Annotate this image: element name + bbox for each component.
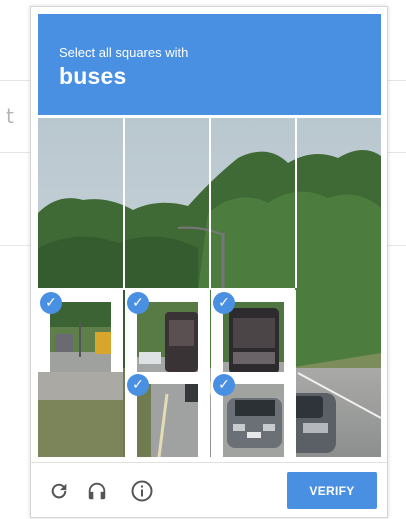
background-text-fragment: t bbox=[6, 104, 14, 128]
background-divider bbox=[0, 245, 30, 246]
info-button[interactable] bbox=[128, 477, 156, 505]
selected-check-icon: ✓ bbox=[213, 292, 235, 314]
image-grid: ✓ ✓ ✓ ✓ ✓ bbox=[38, 118, 381, 457]
headphones-icon bbox=[88, 482, 106, 500]
selected-check-icon: ✓ bbox=[213, 374, 235, 396]
selected-check-icon: ✓ bbox=[127, 292, 149, 314]
selected-check-icon: ✓ bbox=[127, 374, 149, 396]
verify-button[interactable]: VERIFY bbox=[287, 472, 377, 509]
background-divider bbox=[0, 152, 30, 153]
grid-tile-r0c2[interactable] bbox=[211, 118, 296, 231]
grid-tile-r0c0[interactable] bbox=[38, 118, 123, 231]
challenge-target: buses bbox=[59, 63, 127, 89]
captcha-challenge: Select all squares with buses ✓ ✓ ✓ ✓ ✓ … bbox=[30, 6, 388, 518]
grid-tile-r0c1[interactable] bbox=[125, 118, 210, 231]
background-divider bbox=[386, 245, 406, 246]
reload-button[interactable] bbox=[45, 477, 73, 505]
background-divider bbox=[386, 80, 406, 81]
grid-tile-r2c1[interactable]: ✓ bbox=[125, 372, 210, 457]
info-icon bbox=[131, 480, 153, 502]
tile-image bbox=[223, 384, 284, 457]
footer-divider bbox=[31, 462, 387, 463]
grid-tile-r2c2[interactable]: ✓ bbox=[211, 372, 296, 457]
reload-icon bbox=[51, 483, 67, 499]
grid-tile-r0c3[interactable] bbox=[297, 118, 381, 457]
grid-tile-r2c0[interactable] bbox=[38, 372, 123, 457]
challenge-instruction: Select all squares with bbox=[59, 45, 189, 60]
tile-image bbox=[137, 384, 198, 457]
audio-challenge-button[interactable] bbox=[83, 477, 111, 505]
background-divider bbox=[386, 152, 406, 153]
selected-check-icon: ✓ bbox=[40, 292, 62, 314]
background-divider bbox=[0, 80, 30, 81]
challenge-header: Select all squares with buses bbox=[38, 14, 381, 115]
